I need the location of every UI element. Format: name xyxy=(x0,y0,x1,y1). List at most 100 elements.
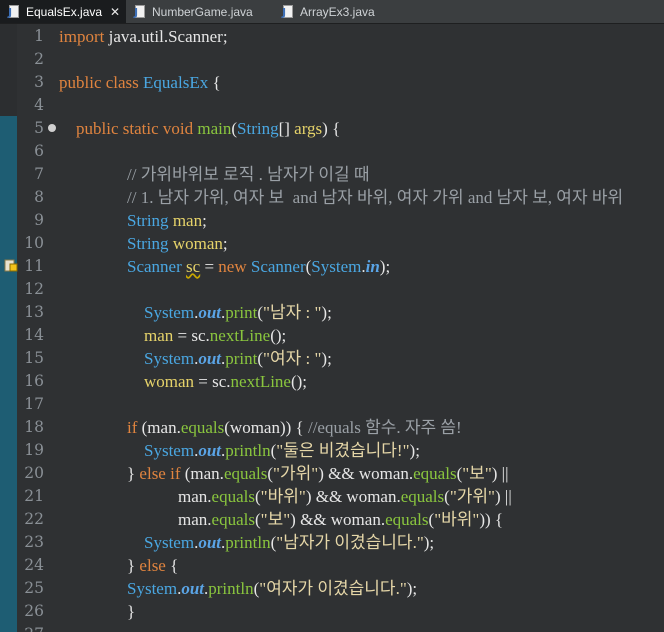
line-code: System.out.println("둘은 비겼습니다!"); xyxy=(59,439,420,462)
code-token: } xyxy=(127,556,140,575)
line-code: String woman; xyxy=(59,232,228,255)
line-number: 18 xyxy=(24,418,44,436)
code-line[interactable]: 26 } xyxy=(0,600,664,623)
line-code: System.out.println("남자가 이겼습니다."); xyxy=(59,531,434,554)
tab-arrayex3[interactable]: J ArrayEx3.java xyxy=(274,0,404,23)
code-token: public class xyxy=(59,73,144,92)
line-code: man = sc.nextLine(); xyxy=(59,324,286,347)
code-line[interactable]: 14 man = sc.nextLine(); xyxy=(0,324,664,347)
code-line[interactable]: 9 String man; xyxy=(0,209,664,232)
tab-equalsex[interactable]: J EqualsEx.java ✕ xyxy=(0,0,126,23)
code-line[interactable]: 4 xyxy=(0,94,664,117)
line-number: 9 xyxy=(34,211,44,229)
warning-icon[interactable] xyxy=(4,258,18,272)
code-token: // 1. 남자 가위, 여자 보 and 남자 바위, 여자 가위 and 남… xyxy=(127,188,624,207)
code-line[interactable]: 10 String woman; xyxy=(0,232,664,255)
java-file-icon: J xyxy=(134,5,146,18)
code-line[interactable]: 5 public static void main(String[] args)… xyxy=(0,117,664,140)
code-line[interactable]: 21 man.equals("바위") && woman.equals("가위"… xyxy=(0,485,664,508)
code-token: EqualsEx xyxy=(143,73,209,92)
code-line[interactable]: 24 } else { xyxy=(0,554,664,577)
line-code: System.out.print("남자 : "); xyxy=(59,301,332,324)
line-code: } else if (man.equals("가위") && woman.equ… xyxy=(59,462,508,485)
code-token: woman xyxy=(144,372,195,391)
code-token: ); xyxy=(321,303,332,322)
code-line[interactable]: 8 // 1. 남자 가위, 여자 보 and 남자 바위, 여자 가위 and… xyxy=(0,186,664,209)
line-code: System.out.print("여자 : "); xyxy=(59,347,332,370)
code-line[interactable]: 3 public class EqualsEx { xyxy=(0,71,664,94)
line-code: man.equals("보") && woman.equals("바위")) { xyxy=(59,508,503,531)
line-number: 16 xyxy=(24,372,44,390)
line-code: String man; xyxy=(59,209,207,232)
close-icon[interactable]: ✕ xyxy=(110,5,120,19)
line-code: if (man.equals(woman)) { //equals 함수. 자주… xyxy=(59,416,462,439)
code-token: ); xyxy=(406,579,418,598)
code-line[interactable]: 19 System.out.println("둘은 비겼습니다!"); xyxy=(0,439,664,462)
code-line[interactable]: 11 Scanner sc = new Scanner(System.in); xyxy=(0,255,664,278)
code-line[interactable]: 25 System.out.println("여자가 이겼습니다."); xyxy=(0,577,664,600)
code-line[interactable]: 18 if (man.equals(woman)) { //equals 함수.… xyxy=(0,416,664,439)
code-line[interactable]: 7 // 가위바위보 로직 . 남자가 이길 때 xyxy=(0,163,664,186)
code-token: ; xyxy=(222,234,228,253)
code-token: nextLine xyxy=(209,326,271,345)
code-token: java.util.Scanner; xyxy=(108,27,228,46)
line-number: 2 xyxy=(34,50,44,68)
line-number: 10 xyxy=(24,234,44,252)
code-line[interactable]: 2 xyxy=(0,48,664,71)
code-token: man xyxy=(172,211,203,230)
fold-collapse-icon[interactable] xyxy=(48,124,56,132)
code-token: (man. xyxy=(141,418,181,437)
code-line[interactable]: 15 System.out.print("여자 : "); xyxy=(0,347,664,370)
editor-tab-bar: J EqualsEx.java ✕ J NumberGame.java J Ar… xyxy=(0,0,664,24)
line-number: 4 xyxy=(34,96,44,114)
code-line[interactable]: 16 woman = sc.nextLine(); xyxy=(0,370,664,393)
code-token: out xyxy=(198,303,221,322)
line-number: 25 xyxy=(24,579,44,597)
code-token: ); xyxy=(423,533,435,552)
code-line[interactable]: 1 import java.util.Scanner; xyxy=(0,25,664,48)
code-line[interactable]: 12 xyxy=(0,278,664,301)
code-token: "여자 : " xyxy=(263,349,322,368)
line-number: 7 xyxy=(34,165,44,183)
code-token: ) || xyxy=(491,464,509,483)
tab-numbergame[interactable]: J NumberGame.java xyxy=(126,0,266,23)
code-token: System xyxy=(311,257,362,276)
code-token: System xyxy=(144,303,195,322)
code-token: = xyxy=(200,257,219,276)
code-token: import xyxy=(59,27,109,46)
code-token: else xyxy=(139,556,171,575)
code-line[interactable]: 13 System.out.print("남자 : "); xyxy=(0,301,664,324)
code-line[interactable]: 27 xyxy=(0,623,664,632)
code-token: "남자 : " xyxy=(263,303,322,322)
line-code: import java.util.Scanner; xyxy=(59,25,228,48)
code-token: { xyxy=(208,73,221,92)
code-line[interactable]: 17 xyxy=(0,393,664,416)
code-token: nextLine xyxy=(230,372,291,391)
tab-label: ArrayEx3.java xyxy=(300,4,375,19)
code-token: ; xyxy=(202,211,207,230)
code-token: args xyxy=(294,119,323,138)
code-token: ); xyxy=(379,257,391,276)
code-line[interactable]: 23 System.out.println("남자가 이겼습니다."); xyxy=(0,531,664,554)
line-number: 13 xyxy=(24,303,44,321)
line-code: man.equals("바위") && woman.equals("가위") |… xyxy=(59,485,512,508)
code-token: System xyxy=(144,533,195,552)
code-token: equals xyxy=(400,487,445,506)
code-line[interactable]: 20 } else if (man.equals("가위") && woman.… xyxy=(0,462,664,485)
code-editor[interactable]: 1 import java.util.Scanner; 2 3 public class… xyxy=(0,24,664,632)
code-line[interactable]: 6 xyxy=(0,140,664,163)
code-token: main xyxy=(197,119,232,138)
code-line[interactable]: 22 man.equals("보") && woman.equals("바위")… xyxy=(0,508,664,531)
code-token: = sc. xyxy=(194,372,231,391)
code-token: "보" xyxy=(260,510,291,529)
code-token: = sc. xyxy=(173,326,210,345)
